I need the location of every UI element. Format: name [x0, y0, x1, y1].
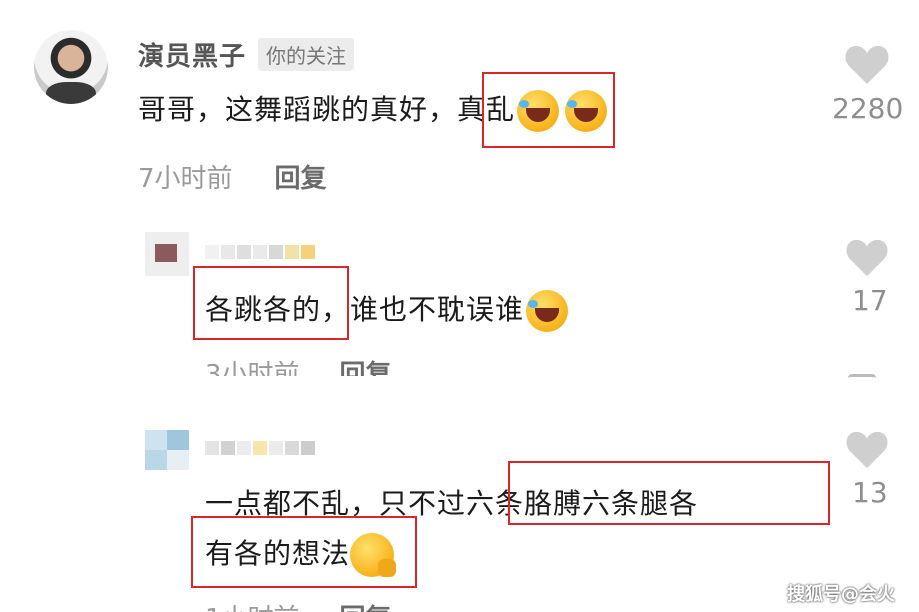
like-button[interactable]	[837, 238, 897, 282]
comment-header: 演员黑子 你的关注	[138, 36, 355, 73]
timestamp: 7小时前	[138, 164, 233, 194]
comment-text-main: 哥哥，这舞蹈跳的真好	[138, 93, 429, 126]
blurred-username	[205, 244, 317, 263]
like-button[interactable]	[837, 430, 897, 474]
collapse-icon[interactable]	[848, 374, 876, 385]
blurred-username	[205, 440, 317, 459]
laughing-tears-icon	[526, 290, 569, 332]
heart-icon	[846, 239, 888, 277]
highlight-box	[191, 516, 417, 588]
like-count: 13	[852, 476, 888, 509]
timestamp: 1小时前	[205, 598, 300, 612]
highlight-box	[508, 461, 830, 525]
highlight-box	[482, 72, 615, 148]
like-count: 2280	[832, 92, 904, 125]
timestamp: 3小时前	[205, 360, 300, 376]
watermark: 搜狐号@会火	[787, 584, 895, 605]
like-button[interactable]	[837, 44, 897, 90]
avatar[interactable]	[145, 232, 189, 276]
avatar[interactable]	[34, 30, 108, 104]
follow-badge: 你的关注	[258, 38, 355, 71]
comment-meta: 7小时前 回复	[138, 158, 327, 195]
heart-icon	[845, 46, 889, 84]
heart-icon	[846, 431, 888, 469]
avatar[interactable]	[145, 430, 189, 470]
comment-meta: 3小时前 回复	[205, 354, 392, 376]
comment-meta: 1小时前 回复	[205, 598, 392, 612]
username[interactable]: 演员黑子	[138, 36, 246, 73]
reply-button[interactable]: 回复	[340, 354, 392, 376]
reply-button[interactable]: 回复	[275, 158, 327, 195]
comment-text-main: ，谁也不耽误谁	[321, 293, 525, 326]
like-count: 17	[852, 284, 888, 317]
highlight-box	[193, 266, 349, 340]
reply-button[interactable]: 回复	[340, 598, 392, 612]
